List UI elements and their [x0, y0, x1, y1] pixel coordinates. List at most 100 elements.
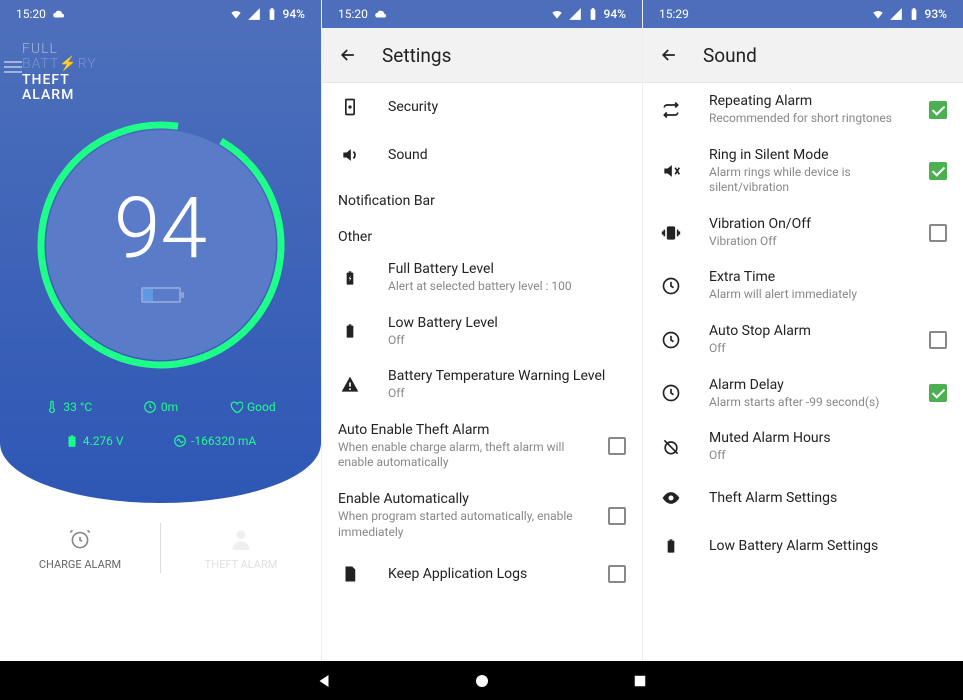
repeat-icon	[661, 100, 681, 120]
alarm-off-icon	[661, 437, 681, 457]
wave-icon	[173, 434, 187, 448]
thermometer-icon	[45, 400, 59, 414]
main-panel: FULL BATT⚡RY THEFT ALARM 94 33 °C	[0, 28, 321, 503]
nav-recent-icon[interactable]	[631, 672, 649, 690]
row-alarm-delay[interactable]: Alarm DelayAlarm starts after -99 second…	[643, 367, 963, 421]
battery-icon	[907, 7, 921, 21]
row-sound[interactable]: Sound	[322, 131, 642, 179]
android-navbar	[0, 661, 963, 700]
status-bar: 15:29 93%	[643, 0, 963, 28]
battery-small-icon	[141, 287, 181, 303]
status-time: 15:29	[659, 7, 689, 21]
checkbox-autostop[interactable]	[929, 331, 947, 349]
section-other: Other	[322, 215, 642, 251]
section-notification: Notification Bar	[322, 179, 642, 215]
back-icon[interactable]	[659, 45, 679, 65]
stats-row-1: 33 °C 0m Good	[0, 400, 321, 414]
checkbox-vibration[interactable]	[929, 224, 947, 242]
signal-icon	[889, 7, 903, 21]
clock-icon	[661, 276, 681, 296]
back-icon[interactable]	[338, 45, 358, 65]
screen-settings: 15:20 94% Settings Security Sound Notifi…	[321, 0, 642, 661]
menu-icon[interactable]	[4, 58, 22, 76]
stat-temp: 33 °C	[45, 400, 92, 414]
battery-icon	[265, 7, 279, 21]
checkbox-keep-logs[interactable]	[608, 565, 626, 583]
stats-row-2: 4.276 V -166320 mA	[0, 434, 321, 448]
screen-sound: 15:29 93% Sound Repeating AlarmRecommend…	[642, 0, 963, 661]
stat-health: Good	[229, 400, 276, 414]
wifi-icon	[550, 7, 564, 21]
wifi-icon	[229, 7, 243, 21]
speaker-icon	[340, 145, 360, 165]
sound-list[interactable]: Repeating AlarmRecommended for short rin…	[643, 83, 963, 661]
row-temp-warning[interactable]: Battery Temperature Warning LevelOff	[322, 358, 642, 412]
clock-icon	[143, 400, 157, 414]
file-icon	[341, 564, 359, 584]
heart-icon	[229, 400, 243, 414]
checkbox-silent[interactable]	[929, 162, 947, 180]
clock-icon	[661, 383, 681, 403]
stat-current: -166320 mA	[173, 434, 256, 448]
appbar: Sound	[643, 28, 963, 83]
row-low-battery[interactable]: Low Battery LevelOff	[322, 305, 642, 359]
page-title: Sound	[703, 44, 757, 67]
status-battery: 94%	[283, 7, 305, 21]
status-bar: 15:20 94%	[0, 0, 321, 28]
eye-icon	[661, 488, 681, 508]
stat-time: 0m	[143, 400, 178, 414]
battery-icon	[586, 7, 600, 21]
signal-icon	[247, 7, 261, 21]
row-muted-hours[interactable]: Muted Alarm HoursOff	[643, 420, 963, 474]
row-auto-theft[interactable]: Auto Enable Theft AlarmWhen enable charg…	[322, 412, 642, 481]
battery-charge-icon	[65, 434, 79, 448]
row-silent[interactable]: Ring in Silent ModeAlarm rings while dev…	[643, 137, 963, 206]
row-auto-stop[interactable]: Auto Stop AlarmOff	[643, 313, 963, 367]
row-theft-settings[interactable]: Theft Alarm Settings	[643, 474, 963, 522]
row-security[interactable]: Security	[322, 83, 642, 131]
person-icon	[228, 526, 254, 552]
status-time: 15:20	[338, 7, 368, 21]
row-keep-logs[interactable]: Keep Application Logs	[322, 550, 642, 598]
settings-list[interactable]: Security Sound Notification Bar Other Fu…	[322, 83, 642, 661]
battery-full-icon	[342, 268, 358, 288]
battery-icon	[663, 536, 679, 556]
warning-icon	[340, 375, 360, 395]
signal-icon	[568, 7, 582, 21]
nav-home-icon[interactable]	[473, 672, 491, 690]
appbar: Settings	[322, 28, 642, 83]
page-title: Settings	[382, 44, 451, 67]
tab-theft-alarm[interactable]: THEFT ALARM	[161, 503, 321, 593]
row-repeating[interactable]: Repeating AlarmRecommended for short rin…	[643, 83, 963, 137]
tab-charge-alarm[interactable]: CHARGE ALARM	[0, 503, 160, 593]
cloud-icon	[374, 7, 388, 21]
phone-lock-icon	[340, 97, 360, 117]
status-bar: 15:20 94%	[322, 0, 642, 28]
status-time: 15:20	[16, 7, 46, 21]
mute-icon	[661, 161, 681, 181]
checkbox-auto-enable[interactable]	[608, 507, 626, 525]
row-low-batt-settings[interactable]: Low Battery Alarm Settings	[643, 522, 963, 570]
cloud-icon	[52, 7, 66, 21]
wifi-icon	[871, 7, 885, 21]
checkbox-auto-theft[interactable]	[608, 437, 626, 455]
battery-low-icon	[342, 321, 358, 341]
status-battery: 94%	[604, 7, 626, 21]
screen-main: 15:20 94% FULL BATT⚡RY THEFT ALARM 94	[0, 0, 321, 661]
row-auto-enable[interactable]: Enable AutomaticallyWhen program started…	[322, 481, 642, 550]
status-battery: 93%	[925, 7, 947, 21]
clock-icon	[661, 330, 681, 350]
alarm-clock-icon	[67, 526, 93, 552]
app-logo: FULL BATT⚡RY THEFT ALARM	[22, 42, 97, 104]
checkbox-repeating[interactable]	[929, 101, 947, 119]
row-full-battery[interactable]: Full Battery LevelAlert at selected batt…	[322, 251, 642, 305]
row-extra-time[interactable]: Extra TimeAlarm will alert immediately	[643, 259, 963, 313]
row-vibration[interactable]: Vibration On/OffVibration Off	[643, 206, 963, 260]
checkbox-delay[interactable]	[929, 384, 947, 402]
battery-circle: 94	[36, 120, 286, 370]
vibration-icon	[661, 223, 681, 243]
nav-back-icon[interactable]	[315, 672, 333, 690]
bottom-tabs: CHARGE ALARM THEFT ALARM	[0, 503, 321, 593]
battery-percent: 94	[114, 187, 207, 271]
stat-voltage: 4.276 V	[65, 434, 124, 448]
